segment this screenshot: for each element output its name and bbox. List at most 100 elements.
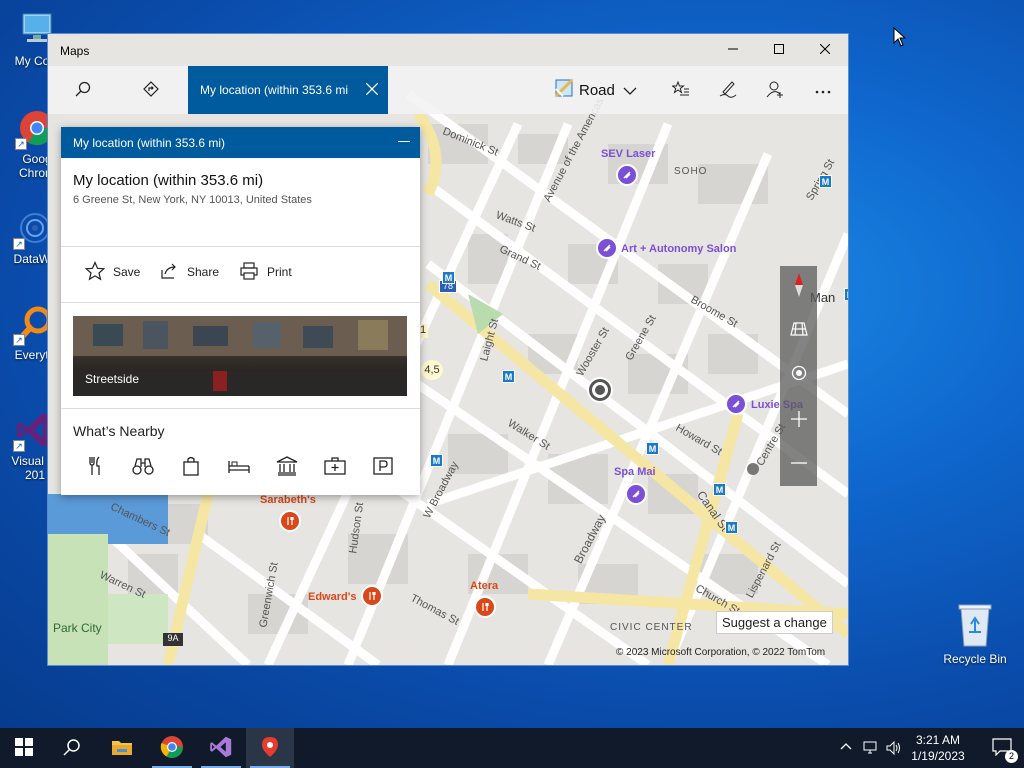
metro-station-icon[interactable]: M	[646, 442, 659, 455]
metro-station-icon[interactable]: M	[819, 175, 832, 188]
current-location-icon[interactable]	[589, 379, 611, 401]
nearby-hospitals-button[interactable]	[322, 454, 348, 480]
nearby-hotels-button[interactable]	[226, 454, 252, 480]
road-map-icon	[554, 78, 574, 101]
poi-label[interactable]: Atera	[470, 580, 498, 592]
restaurant-pin-icon[interactable]	[474, 596, 496, 618]
nearby-attractions-button[interactable]	[130, 454, 156, 480]
maximize-button[interactable]	[756, 34, 802, 66]
locate-me-icon	[791, 365, 807, 384]
suggest-change-button[interactable]: Suggest a change	[716, 611, 833, 634]
volume-button[interactable]	[886, 740, 902, 759]
map-layers-icon	[789, 321, 808, 340]
taskbar-file-explorer[interactable]	[98, 728, 146, 768]
spa-pin-icon[interactable]	[625, 483, 647, 505]
minimize-card-icon[interactable]	[398, 141, 410, 142]
taskbar: 3:21 AM 1/19/2023 2	[0, 728, 1024, 768]
tab-label: My location (within 353.6 mi	[200, 83, 349, 97]
metro-station-icon[interactable]: M	[502, 370, 515, 383]
search-icon	[63, 738, 81, 759]
metro-station-icon[interactable]: M	[725, 521, 738, 534]
star-icon	[84, 260, 113, 284]
share-button[interactable]: Share	[159, 261, 219, 283]
hospital-icon	[324, 456, 346, 478]
action-center-button[interactable]: 2	[980, 728, 1024, 768]
streetside-label: Streetside	[85, 372, 140, 386]
chevron-up-icon	[840, 743, 852, 757]
desktop-icon-recycle-bin[interactable]: Recycle Bin	[940, 602, 1010, 666]
district-label: SOHO	[674, 166, 708, 177]
close-window-button[interactable]	[802, 34, 848, 66]
directions-button[interactable]	[128, 66, 174, 114]
map-layers-button[interactable]	[780, 310, 817, 350]
more-button[interactable]	[800, 66, 846, 114]
maps-icon	[260, 736, 280, 761]
compass-icon	[794, 272, 804, 301]
window-titlebar[interactable]: Maps	[48, 34, 848, 66]
poi-label[interactable]: Art + Autonomy Salon	[621, 243, 736, 255]
spa-pin-icon[interactable]	[725, 393, 747, 415]
compass-button[interactable]	[780, 266, 817, 306]
map-style-dropdown[interactable]: Road	[554, 66, 637, 114]
search-button[interactable]	[60, 66, 106, 114]
ink-button[interactable]	[705, 66, 751, 114]
hotel-icon	[228, 458, 250, 477]
binoculars-icon	[132, 457, 154, 478]
nearby-restaurants-button[interactable]	[82, 454, 108, 480]
ink-icon	[719, 80, 737, 101]
poi-label[interactable]: Edward's	[308, 591, 356, 603]
nearby-parking-button[interactable]	[370, 454, 396, 480]
spa-pin-icon[interactable]	[596, 237, 618, 259]
taskbar-search-button[interactable]	[48, 728, 96, 768]
parking-icon	[373, 456, 393, 478]
save-button[interactable]: Save	[84, 260, 141, 284]
restaurant-pin-icon[interactable]	[361, 585, 383, 607]
save-label: Save	[113, 265, 141, 279]
taskbar-clock[interactable]: 3:21 AM 1/19/2023	[908, 732, 968, 764]
spa-pin-icon[interactable]	[616, 164, 638, 186]
close-tab-button[interactable]	[360, 78, 384, 102]
start-button[interactable]	[0, 728, 48, 768]
poi-label[interactable]: SEV Laser	[601, 148, 655, 160]
zoom-in-icon	[790, 410, 807, 430]
taskbar-visual-studio[interactable]	[197, 728, 245, 768]
location-card-title: My location (within 353.6 mi)	[73, 136, 226, 150]
chrome-icon	[160, 735, 184, 762]
minimize-button[interactable]	[710, 34, 756, 66]
zoom-out-button[interactable]	[780, 444, 817, 484]
start-icon	[15, 737, 33, 759]
poi-label[interactable]: Spa Mai	[614, 466, 656, 478]
notification-icon: 2	[992, 737, 1018, 763]
nearby-museums-button[interactable]	[274, 454, 300, 480]
metro-station-icon[interactable]: M	[713, 483, 726, 496]
file-explorer-icon	[111, 738, 133, 759]
volume-icon	[886, 740, 902, 759]
map-copyright: © 2023 Microsoft Corporation, © 2022 Tom…	[616, 647, 826, 658]
locate-me-button[interactable]	[780, 354, 817, 394]
location-card-header[interactable]: My location (within 353.6 mi)	[61, 127, 420, 158]
metro-station-icon[interactable]: M	[430, 454, 443, 467]
minimize-icon	[728, 43, 738, 57]
restaurant-pin-icon[interactable]	[279, 510, 301, 532]
tab-my-location[interactable]: My location (within 353.6 mi	[188, 66, 388, 114]
taskbar-maps[interactable]	[246, 728, 294, 768]
print-button[interactable]: Print	[239, 261, 292, 283]
show-hidden-icons-button[interactable]	[840, 740, 852, 757]
zoom-in-button[interactable]	[780, 400, 817, 440]
streetside-thumbnail[interactable]: Streetside	[73, 316, 407, 396]
metro-station-icon[interactable]: M	[844, 288, 848, 301]
metro-station-icon[interactable]: M	[442, 271, 455, 284]
favorites-button[interactable]	[658, 66, 704, 114]
route-shield: 4,5	[421, 360, 443, 380]
location-address: 6 Greene St, New York, NY 10013, United …	[73, 194, 312, 206]
desktop-icon-label: Recycle Bin	[943, 652, 1007, 666]
taskbar-chrome[interactable]	[148, 728, 196, 768]
network-button[interactable]	[862, 740, 880, 759]
location-card: My location (within 353.6 mi) My locatio…	[61, 127, 420, 495]
close-icon	[819, 43, 831, 57]
account-button[interactable]	[752, 66, 798, 114]
maps-toolbar: My location (within 353.6 mi Road	[48, 66, 848, 114]
share-label: Share	[187, 265, 220, 279]
poi-label[interactable]: Sarabeth's	[260, 494, 316, 506]
nearby-shopping-button[interactable]	[178, 454, 204, 480]
